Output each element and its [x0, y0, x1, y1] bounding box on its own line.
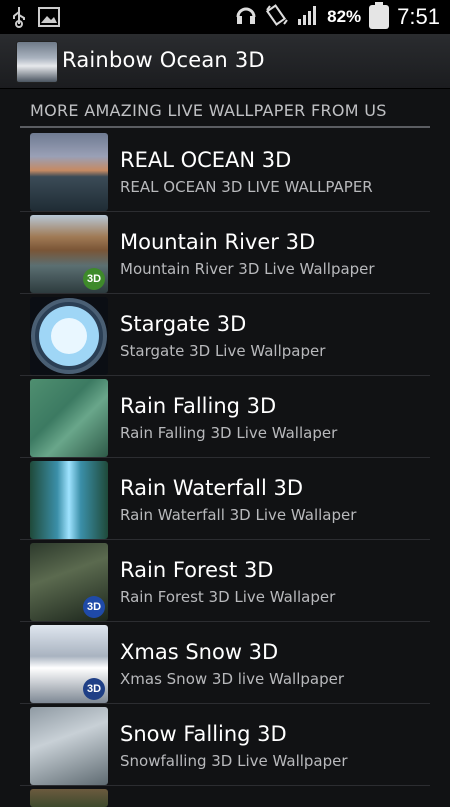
item-title: Rain Forest 3D	[120, 558, 274, 582]
partial-thumbnail	[30, 789, 108, 807]
battery-icon	[369, 2, 390, 29]
snow-falling-thumbnail	[30, 707, 108, 785]
rain-waterfall-thumbnail	[30, 461, 108, 539]
real-ocean-thumbnail	[30, 133, 108, 211]
item-title: Rain Waterfall 3D	[120, 476, 304, 500]
item-title: Xmas Snow 3D	[120, 640, 279, 664]
image-icon	[38, 7, 60, 31]
item-subtitle: Mountain River 3D Live Wallpaper	[120, 260, 375, 278]
headset-icon	[235, 4, 257, 30]
rotate-icon	[265, 4, 289, 30]
list-item-rain-falling[interactable]: Rain Falling 3D Rain Falling 3D Live Wal…	[20, 376, 430, 458]
list-item-snow-falling[interactable]: Snow Falling 3D Snowfalling 3D Live Wall…	[20, 704, 430, 786]
mountain-river-thumbnail: 3D	[30, 215, 108, 293]
app-header: Rainbow Ocean 3D	[0, 34, 450, 89]
list-item-rain-forest[interactable]: 3D Rain Forest 3D Rain Forest 3D Live Wa…	[20, 540, 430, 622]
usb-icon	[12, 6, 26, 32]
item-title: Mountain River 3D	[120, 230, 316, 254]
clock: 7:51	[397, 4, 440, 29]
item-subtitle: Rain Waterfall 3D Live Wallaper	[120, 506, 357, 524]
list-item-stargate[interactable]: Stargate 3D Stargate 3D Live Wallpaper	[20, 294, 430, 376]
list-item-real-ocean[interactable]: REAL OCEAN 3D REAL OCEAN 3D LIVE WALLPAP…	[20, 130, 430, 212]
item-subtitle: REAL OCEAN 3D LIVE WALLPAPER	[120, 178, 373, 196]
xmas-snow-thumbnail: 3D	[30, 625, 108, 703]
battery-percent: 82%	[327, 7, 362, 26]
item-subtitle: Rain Falling 3D Live Wallaper	[120, 424, 338, 442]
item-title: Snow Falling 3D	[120, 722, 287, 746]
app-title: Rainbow Ocean 3D	[62, 48, 265, 72]
item-title: REAL OCEAN 3D	[120, 148, 292, 172]
item-subtitle: Rain Forest 3D Live Wallaper	[120, 588, 336, 606]
rain-falling-thumbnail	[30, 379, 108, 457]
item-subtitle: Stargate 3D Live Wallpaper	[120, 342, 326, 360]
item-subtitle: Xmas Snow 3D live Wallpaper	[120, 670, 345, 688]
rain-forest-thumbnail: 3D	[30, 543, 108, 621]
stargate-thumbnail	[30, 297, 108, 375]
list-item-mountain-river[interactable]: 3D Mountain River 3D Mountain River 3D L…	[20, 212, 430, 294]
item-title: Rain Falling 3D	[120, 394, 277, 418]
signal-icon	[297, 4, 319, 30]
3d-badge-icon: 3D	[83, 268, 105, 290]
list-item-partial[interactable]	[20, 786, 430, 807]
list-item-rain-waterfall[interactable]: Rain Waterfall 3D Rain Waterfall 3D Live…	[20, 458, 430, 540]
status-bar: 82% 7:51	[0, 0, 450, 34]
app-icon	[16, 41, 58, 83]
item-title: Stargate 3D	[120, 312, 247, 336]
3d-badge-icon: 3D	[83, 596, 105, 618]
3d-badge-icon: 3D	[83, 678, 105, 700]
list-item-xmas-snow[interactable]: 3D Xmas Snow 3D Xmas Snow 3D live Wallpa…	[20, 622, 430, 704]
wallpaper-list: REAL OCEAN 3D REAL OCEAN 3D LIVE WALLPAP…	[20, 130, 430, 807]
section-header: MORE AMAZING LIVE WALLPAPER FROM US	[20, 96, 430, 128]
item-subtitle: Snowfalling 3D Live Wallpaper	[120, 752, 348, 770]
